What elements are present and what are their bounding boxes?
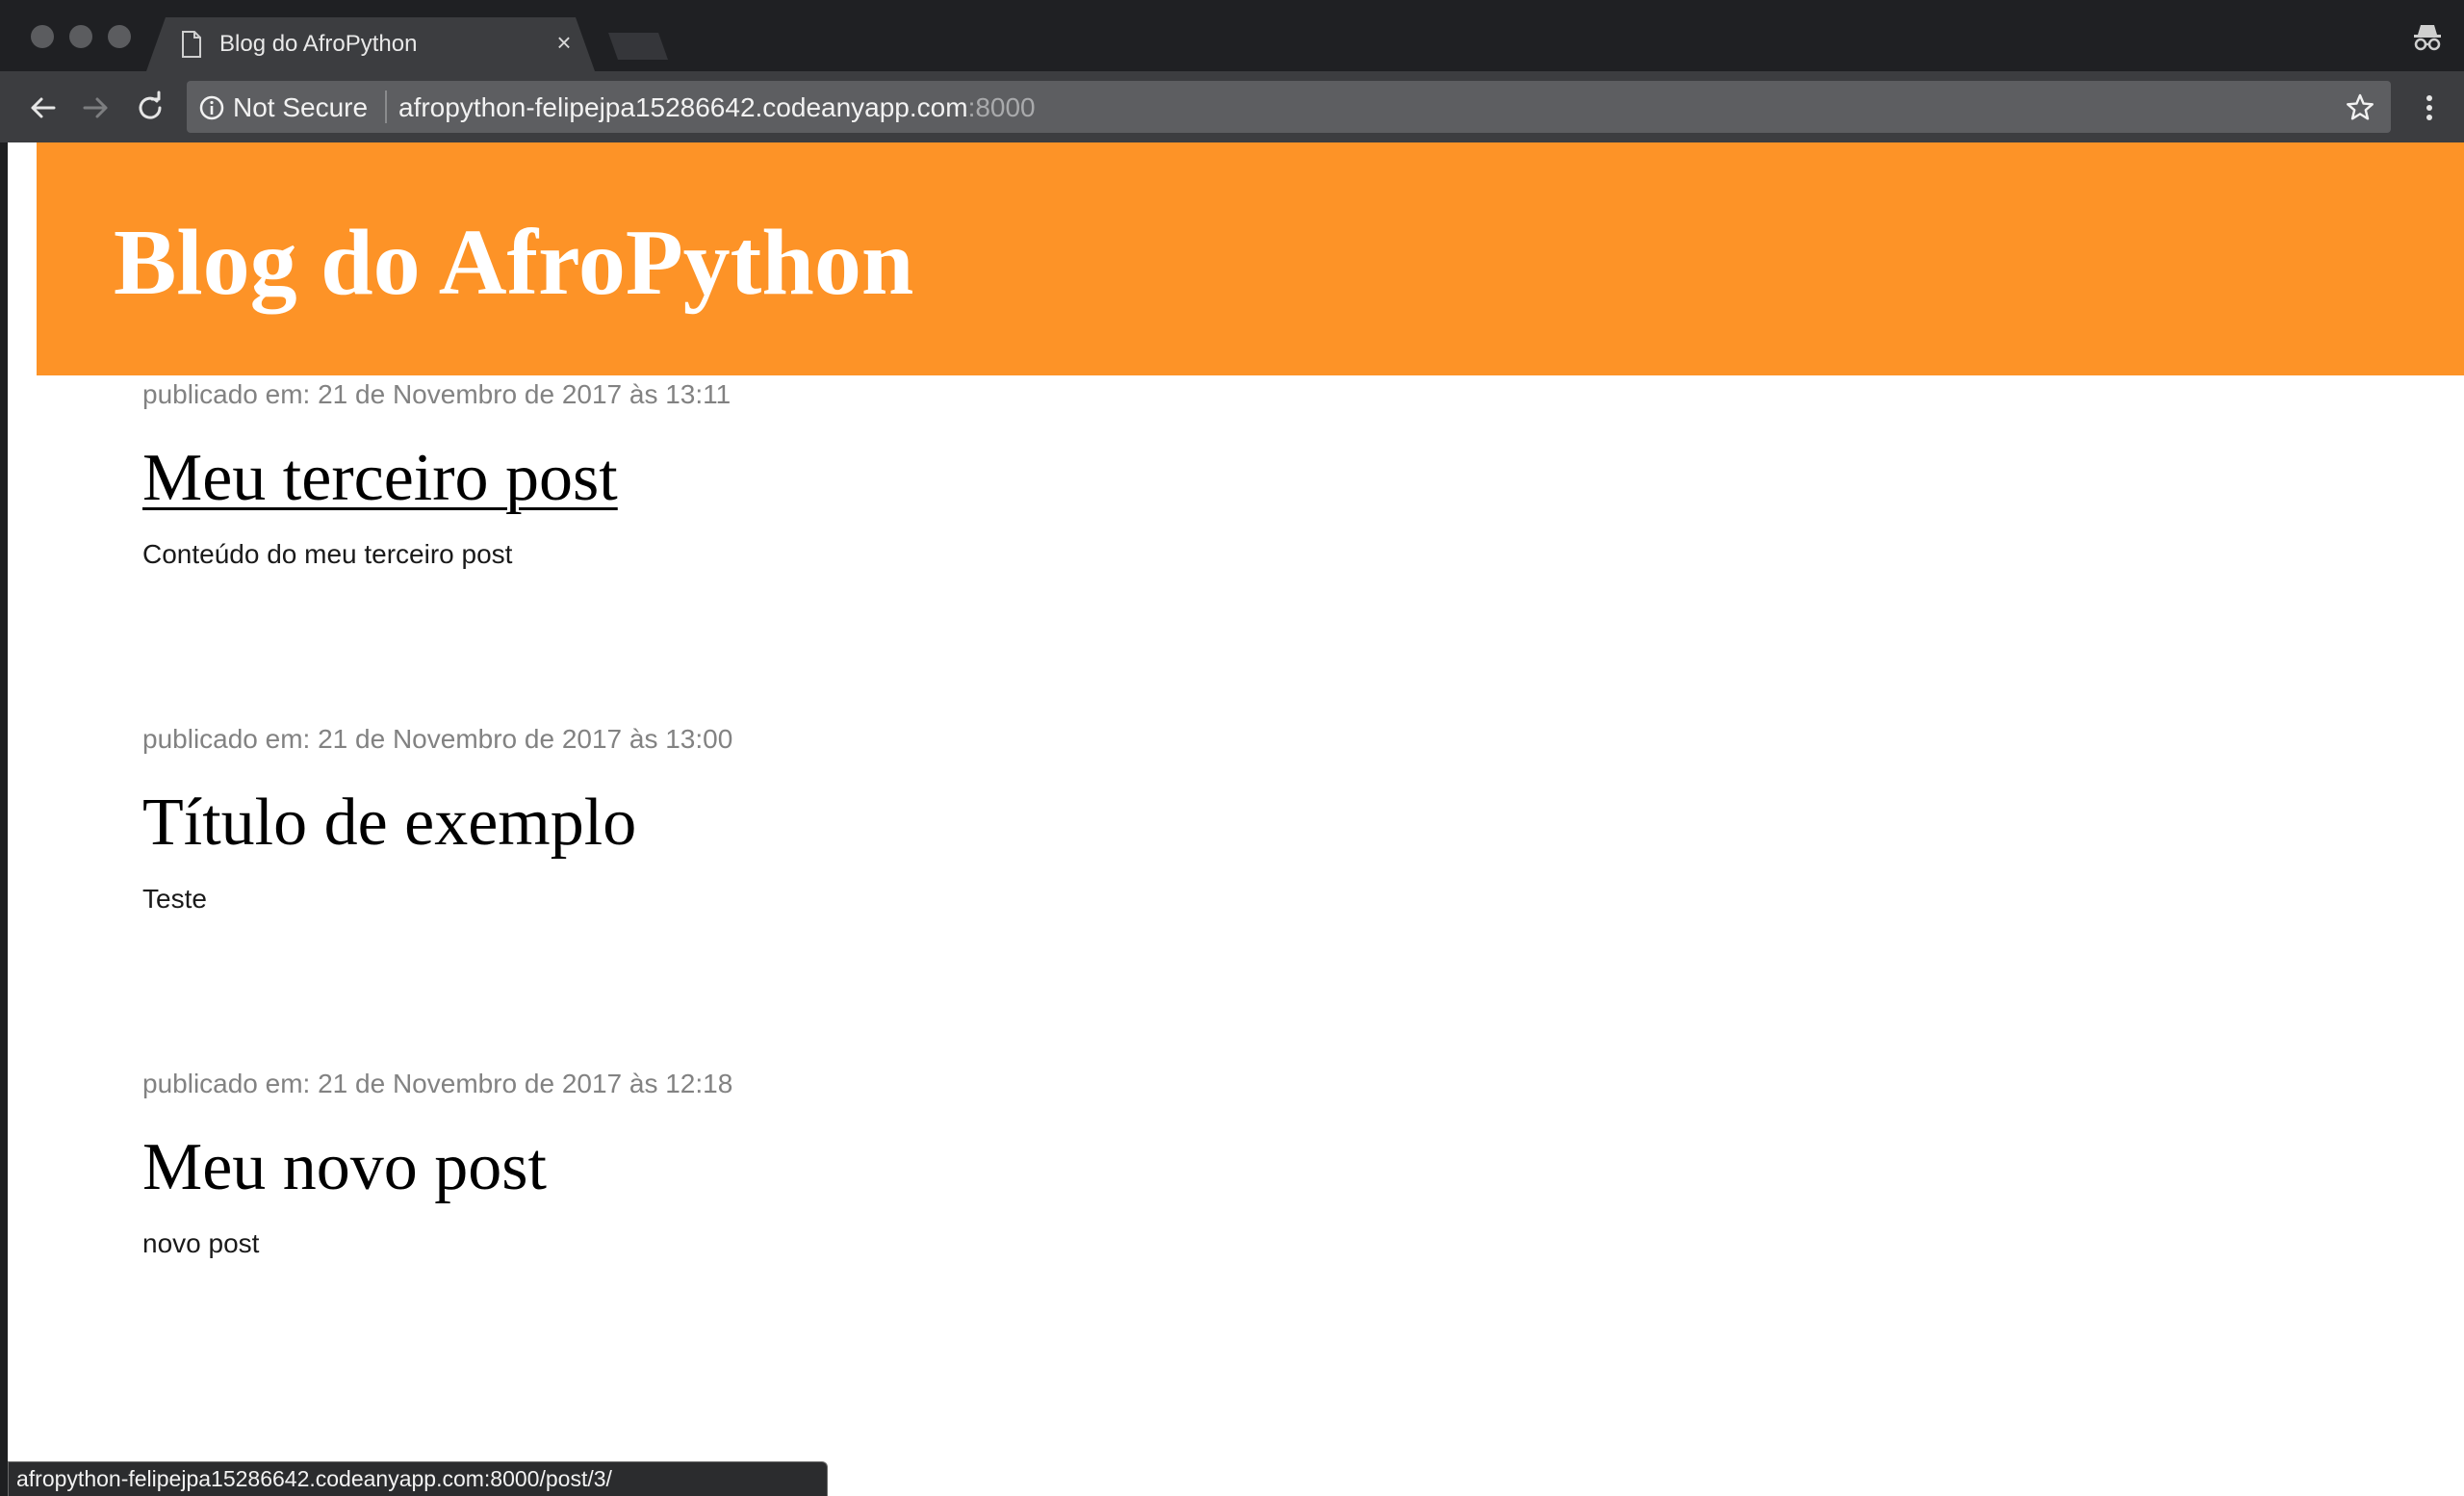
page-header: Blog do AfroPython	[37, 142, 2464, 375]
post-body: Conteúdo do meu terceiro post	[142, 539, 513, 569]
toolbar: Not Secure afropython-felipejpa15286642.…	[0, 71, 2464, 142]
menu-icon[interactable]	[2418, 89, 2441, 127]
url-text[interactable]: afropython-felipejpa15286642.codeanyapp.…	[398, 92, 1036, 123]
tab-strip: Blog do AfroPython ×	[0, 0, 2464, 71]
tab-title: Blog do AfroPython	[219, 31, 418, 57]
page-content: Blog do AfroPython publicado em: 21 de N…	[8, 142, 2464, 1496]
security-label[interactable]: Not Secure	[233, 92, 368, 123]
minimize-window-button[interactable]	[69, 25, 92, 48]
reload-icon[interactable]	[131, 89, 169, 127]
address-divider	[385, 90, 387, 123]
post-title-link[interactable]: Meu novo post	[142, 1134, 547, 1201]
status-bubble: afropython-felipejpa15286642.codeanyapp.…	[8, 1461, 828, 1496]
post-body: novo post	[142, 1228, 260, 1258]
post-title-link[interactable]: Título de exemplo	[142, 789, 636, 857]
post-date: publicado em: 21 de Novembro de 2017 às …	[142, 1069, 733, 1098]
post-date: publicado em: 21 de Novembro de 2017 às …	[142, 724, 733, 754]
incognito-icon	[2412, 21, 2443, 52]
forward-icon[interactable]	[77, 89, 116, 127]
url-host: afropython-felipejpa15286642.codeanyapp.…	[398, 92, 968, 122]
post-title-link[interactable]: Meu terceiro post	[142, 445, 618, 512]
new-tab-button[interactable]	[608, 33, 668, 60]
post-body: Teste	[142, 884, 207, 914]
close-window-button[interactable]	[31, 25, 54, 48]
url-port: :8000	[967, 92, 1036, 122]
info-icon[interactable]	[198, 94, 225, 121]
back-icon[interactable]	[23, 89, 62, 127]
document-icon	[181, 31, 202, 58]
status-url: afropython-felipejpa15286642.codeanyapp.…	[16, 1466, 612, 1491]
maximize-window-button[interactable]	[108, 25, 131, 48]
browser-window: Blog do AfroPython × Not Secure afropyth…	[0, 0, 2464, 1496]
tab-blog[interactable]: Blog do AfroPython ×	[146, 17, 595, 71]
post-date: publicado em: 21 de Novembro de 2017 às …	[142, 379, 732, 409]
address-bar[interactable]: Not Secure afropython-felipejpa15286642.…	[187, 81, 2391, 133]
star-icon[interactable]	[2345, 92, 2375, 123]
close-tab-icon[interactable]: ×	[551, 29, 578, 56]
site-title[interactable]: Blog do AfroPython	[114, 216, 913, 310]
